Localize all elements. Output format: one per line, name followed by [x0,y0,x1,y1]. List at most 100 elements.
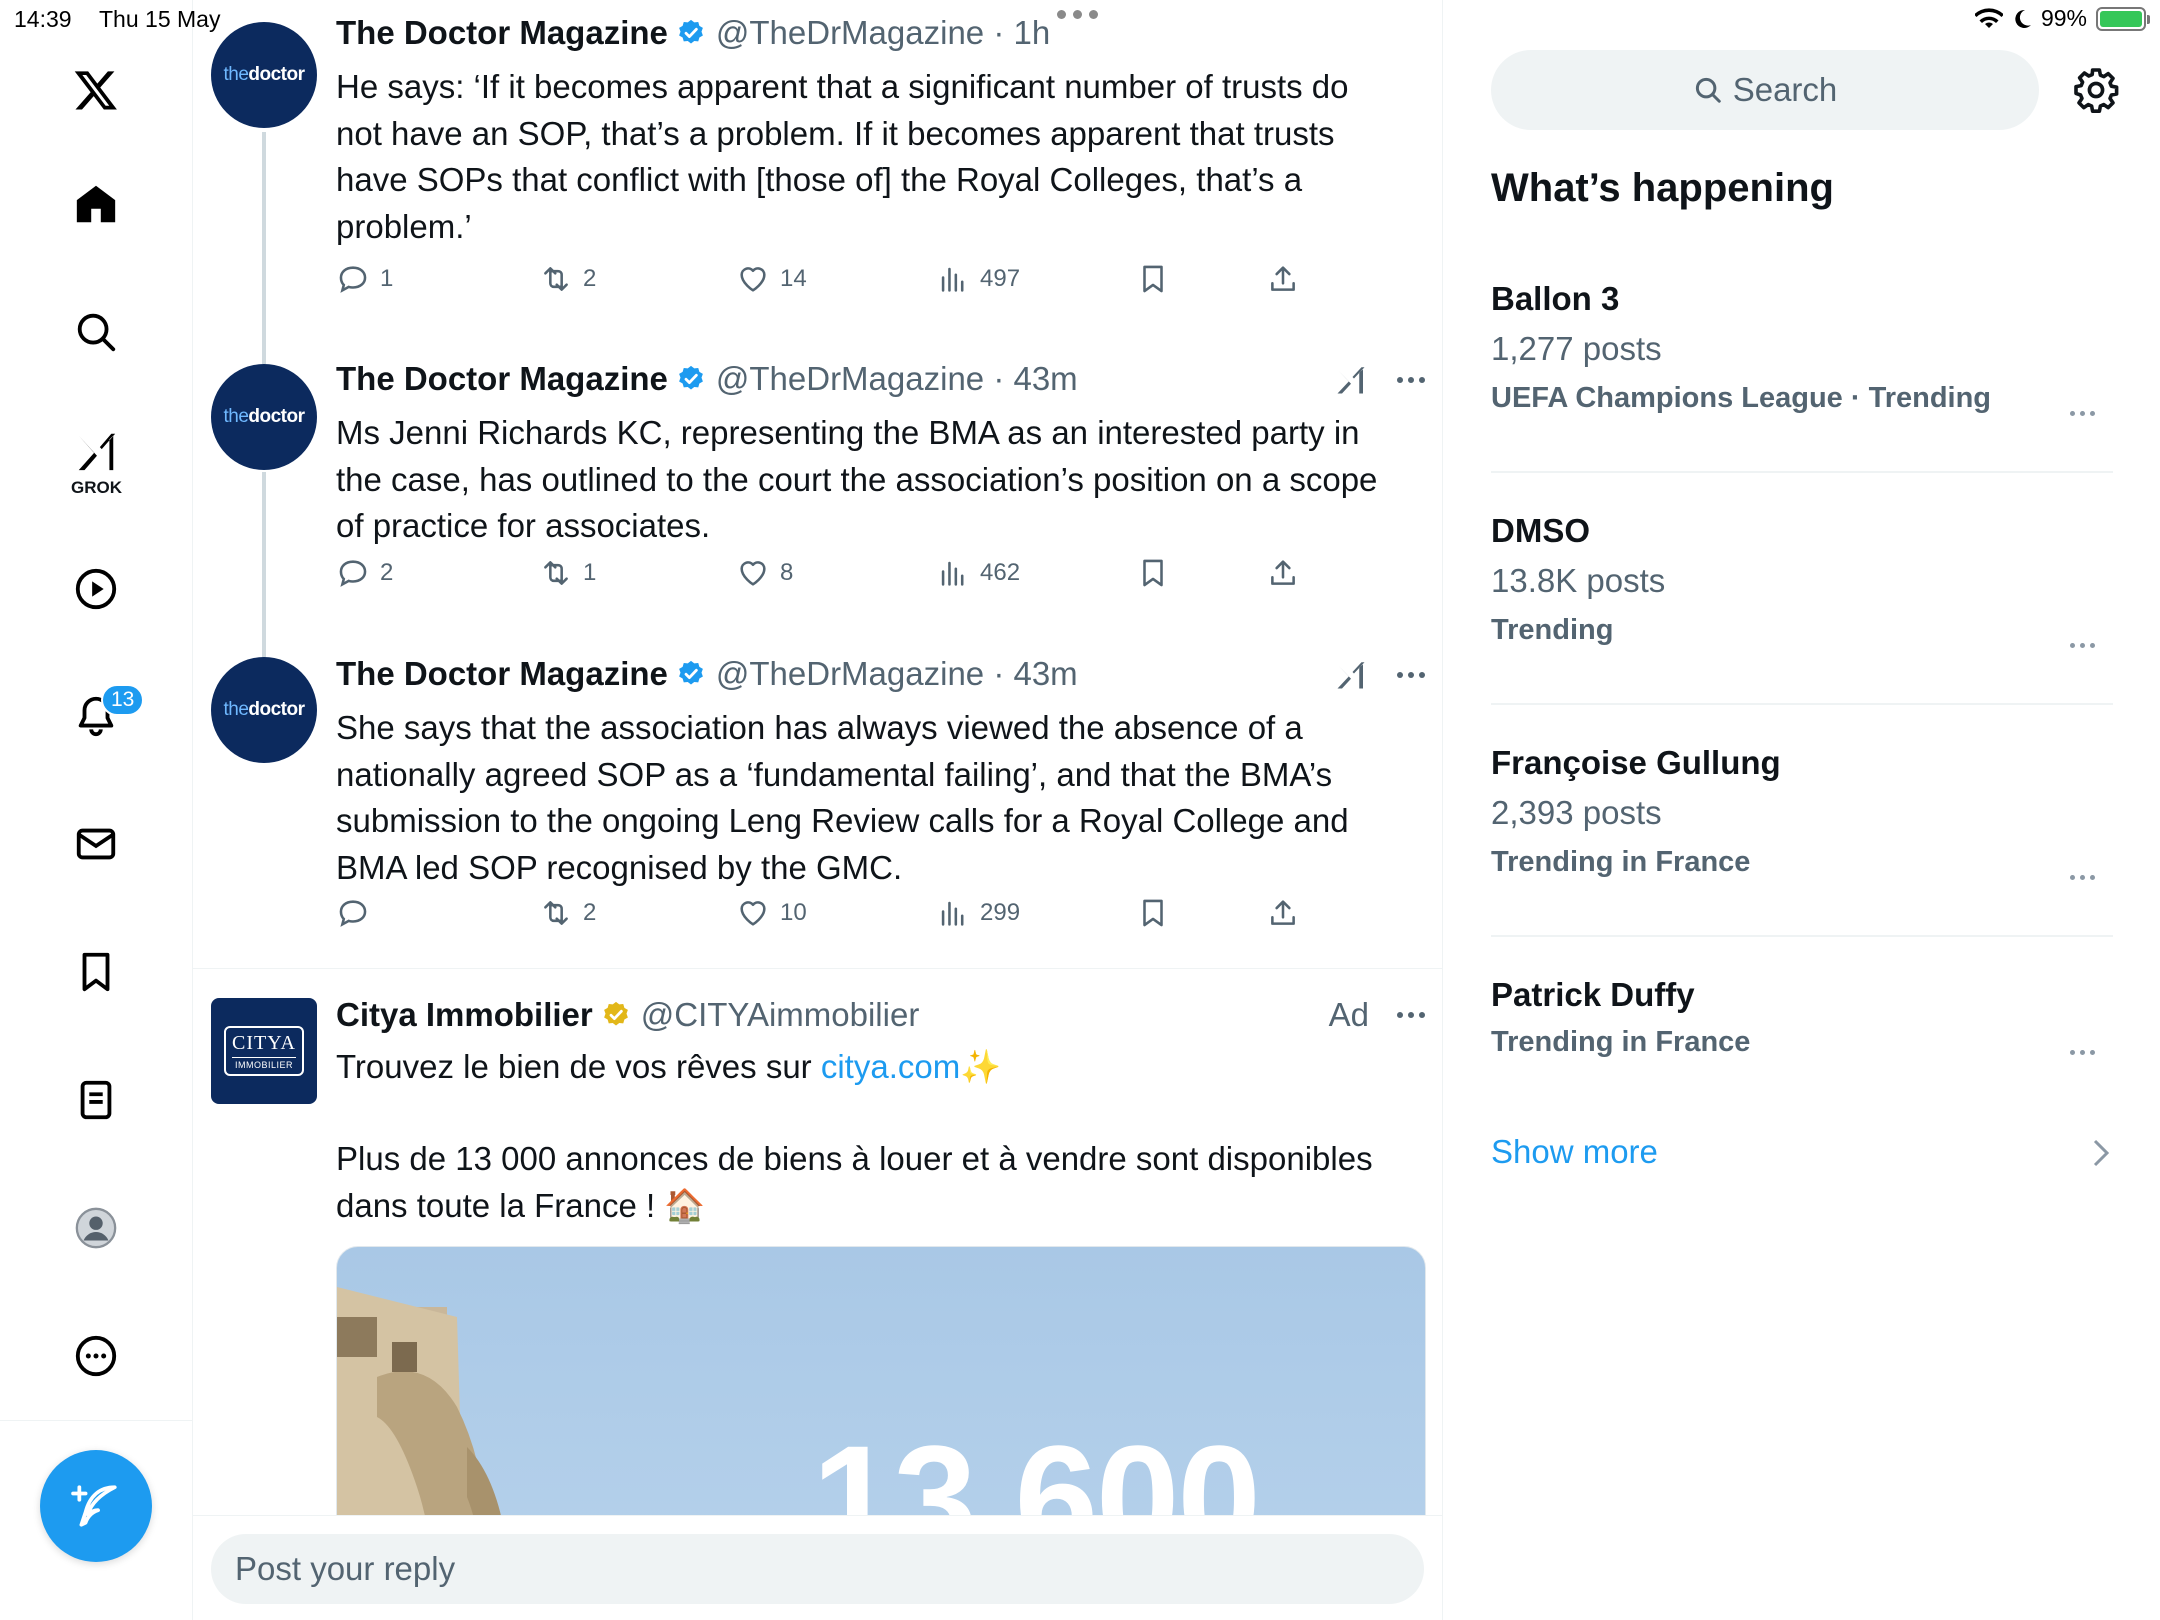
trend-more-icon[interactable] [2070,1050,2095,1055]
home-icon[interactable] [60,168,132,240]
heart-icon [740,561,766,586]
show-more-link[interactable]: Show more [1491,1133,1658,1171]
multitasking-dots-icon[interactable] [1057,10,1098,19]
reply-icon [339,900,367,927]
lists-icon[interactable] [60,1064,132,1136]
compose-post-button[interactable] [40,1450,152,1562]
grok-label: GROK [71,478,122,497]
tweet-separator [193,968,1442,969]
thread-line [262,472,266,664]
tweet-text: He says: ‘If it becomes apparent that a … [336,68,1349,245]
settings-gear-icon[interactable] [2072,66,2120,114]
grok-icon[interactable] [60,415,132,487]
tweet-avatar[interactable]: the doctor [211,364,317,470]
trend-title: Patrick Duffy [1491,976,1695,1013]
trend-more-icon[interactable] [2070,875,2095,880]
tweet-more-icon[interactable] [1397,672,1425,678]
views-button[interactable]: 299 [936,896,1020,930]
trend-context: Trending in France [1491,1026,1751,1058]
tweet-handle[interactable]: @TheDrMagazine · 43m [716,655,1078,693]
ad-handle[interactable]: @CITYAimmobilier [641,996,920,1034]
left-nav: GROK 13 [0,0,193,1620]
tweet-handle[interactable]: @TheDrMagazine · 43m [716,360,1078,398]
messages-envelope-icon[interactable] [60,808,132,880]
status-bar: 14:39 Thu 15 May 99% [0,0,2160,40]
nav-divider [0,1420,193,1421]
verified-badge-icon [679,365,703,390]
bookmark-button[interactable] [1136,896,1170,930]
share-button[interactable] [1266,896,1300,930]
repost-count: 1 [583,559,597,586]
bookmarks-icon[interactable] [60,936,132,1008]
tweet-author-name[interactable]: The Doctor Magazine [336,655,668,693]
video-play-icon[interactable] [60,553,132,625]
search-icon[interactable] [60,296,132,368]
bookmark-button[interactable] [1136,262,1170,296]
bookmark-icon [1143,265,1163,293]
status-date: Thu 15 May [99,6,221,32]
ad-more-icon[interactable] [1397,1012,1425,1018]
like-button[interactable]: 14 [736,262,807,296]
reply-button[interactable]: 1 [336,262,393,296]
ad-link[interactable]: citya.com [821,1048,960,1085]
trend-item[interactable]: DMSO 13.8K posts Trending [1491,512,2113,648]
trend-item[interactable]: Ballon 3 1,277 posts UEFA Champions Leag… [1491,280,2113,416]
reply-icon [339,560,367,587]
tweet-actions: 1 2 14 497 [336,262,1336,306]
tweet-avatar[interactable]: the doctor [211,657,317,763]
logo-text-top: CITYA [232,1032,296,1054]
reply-bar [193,1515,1442,1620]
trend-more-icon[interactable] [2070,643,2095,648]
reply-input[interactable] [211,1534,1424,1604]
share-button[interactable] [1266,262,1300,296]
heart-icon [740,267,766,292]
repost-icon [544,267,568,291]
reply-button[interactable]: 2 [336,556,393,590]
grok-explain-icon[interactable] [1333,657,1369,693]
views-button[interactable]: 462 [936,556,1020,590]
like-count: 8 [780,559,794,586]
profile-avatar-icon[interactable] [60,1192,132,1264]
repost-button[interactable]: 1 [539,556,596,590]
sparkle-emoji: ✨ [960,1048,1002,1085]
ad-text: Trouvez le bien de vos rêves sur citya.c… [336,1048,1002,1085]
trend-posts: 1,277 posts [1491,330,1662,367]
like-button[interactable]: 8 [736,556,793,590]
ad-text-2: Plus de 13 000 annonces de biens à louer… [336,1140,1373,1224]
repost-count: 2 [583,899,597,926]
tweet-text: She says that the association has always… [336,709,1349,886]
bookmark-icon [1143,899,1163,927]
tweet-more-icon[interactable] [1397,377,1425,383]
ad-label: Ad [1328,996,1369,1033]
views-count: 497 [980,265,1021,292]
search-bar[interactable]: Search [1491,50,2039,130]
reply-count: 2 [380,559,394,586]
repost-button[interactable]: 2 [539,896,596,930]
trend-item[interactable]: Françoise Gullung 2,393 posts Trending i… [1491,744,2113,880]
trend-title: Ballon 3 [1491,280,1620,317]
ad-avatar-logo[interactable]: CITYA IMMOBILIER [211,998,317,1104]
like-button[interactable]: 10 [736,896,807,930]
search-icon [1695,77,1721,103]
wifi-icon [1974,7,2003,28]
tweet-text: Ms Jenni Richards KC, representing the B… [336,414,1378,544]
share-button[interactable] [1266,556,1300,590]
trend-more-icon[interactable] [2070,411,2095,416]
bookmark-button[interactable] [1136,556,1170,590]
trend-item[interactable]: Patrick Duffy Trending in France [1491,976,2113,1059]
trend-separator [1491,471,2113,473]
x-logo-icon[interactable] [60,54,132,126]
chevron-right-icon[interactable] [2088,1138,2114,1168]
more-options-icon[interactable] [60,1320,132,1392]
trend-separator [1491,935,2113,937]
grok-explain-icon[interactable] [1333,362,1369,398]
views-bar-chart-icon [941,267,964,292]
reply-button[interactable] [336,896,380,930]
trend-posts: 2,393 posts [1491,794,1662,831]
trend-context: Trending [1491,614,1614,646]
views-bar-chart-icon [941,901,964,926]
tweet-author-name[interactable]: The Doctor Magazine [336,360,668,398]
ad-author-name[interactable]: Citya Immobilier [336,996,593,1034]
views-button[interactable]: 497 [936,262,1020,296]
repost-button[interactable]: 2 [539,262,596,296]
